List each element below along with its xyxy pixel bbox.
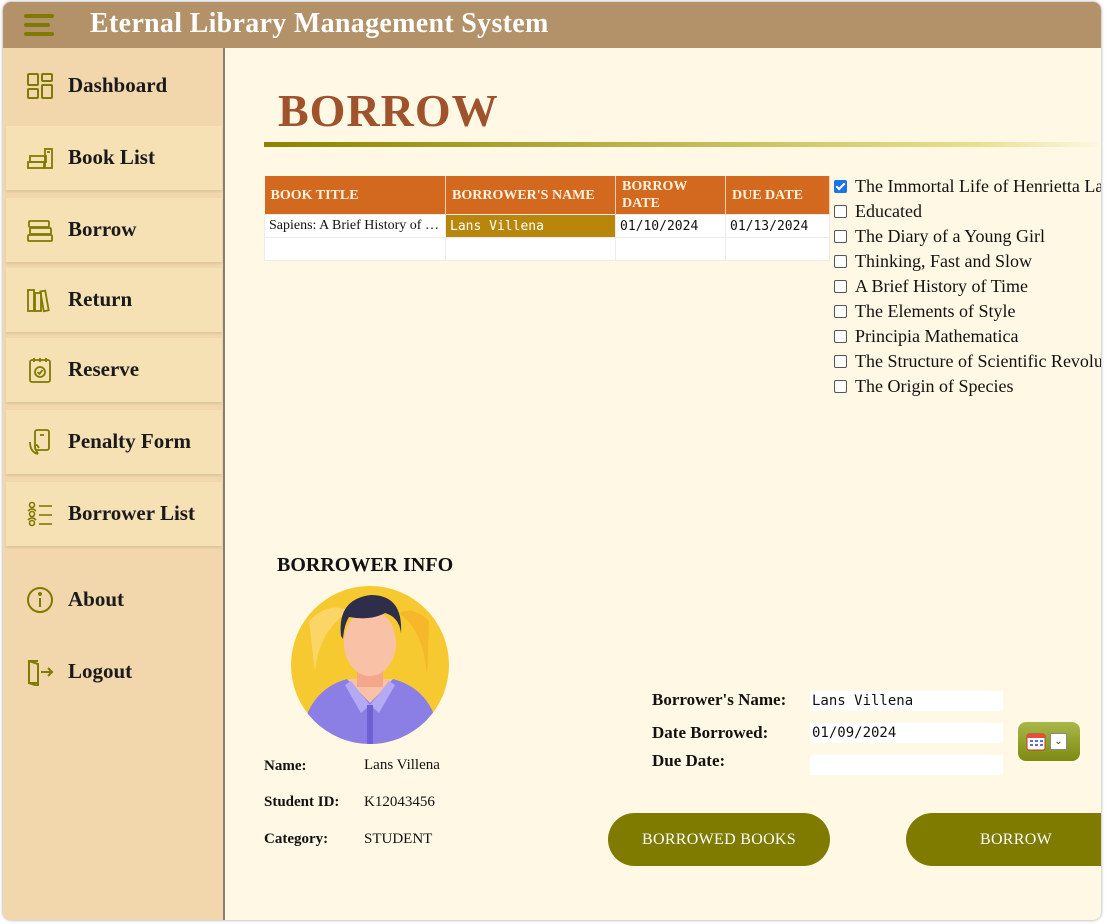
sidebar-item-return[interactable]: Return — [6, 268, 222, 332]
column-header[interactable]: BORROWER'S NAME — [445, 176, 616, 215]
table-row[interactable] — [264, 237, 830, 261]
title-divider — [264, 142, 1101, 147]
borrower-info-heading: BORROWER INFO — [277, 554, 454, 576]
book-option[interactable]: Principia Mathematica — [834, 324, 1101, 349]
sidebar: Dashboard Book List Borrow Return Reserv… — [3, 48, 225, 920]
books-stack-icon — [27, 148, 53, 169]
book-option[interactable]: A Brief History of Time — [834, 274, 1101, 299]
sidebar-item-label: Borrow — [68, 217, 137, 241]
user-list-icon — [27, 501, 52, 527]
book-option[interactable]: Thinking, Fast and Slow — [834, 249, 1101, 274]
book-option-label: The Structure of Scientific Revolutions — [855, 351, 1101, 371]
app-window: Eternal Library Management System Dashbo… — [3, 2, 1101, 920]
main-content: BORROW BOOK TITLE BORROWER'S NAME BORROW… — [225, 48, 1101, 920]
sidebar-item-label: Logout — [68, 659, 133, 683]
book-option-label: The Elements of Style — [855, 301, 1016, 321]
logout-icon — [28, 660, 54, 686]
sidebar-item-label: About — [68, 587, 125, 611]
book-option-label: Educated — [855, 201, 922, 221]
table-cell[interactable] — [445, 237, 616, 261]
sidebar-item-label: Reserve — [68, 357, 140, 381]
checkbox[interactable] — [834, 255, 847, 268]
book-option[interactable]: Educated — [834, 199, 1101, 224]
checkbox[interactable] — [834, 305, 847, 318]
column-header[interactable]: DUE DATE — [725, 176, 830, 215]
table-cell[interactable]: Lans Villena — [445, 214, 616, 238]
table-cell[interactable]: Sapiens: A Brief History of Humankind — [264, 214, 446, 238]
checkbox[interactable] — [834, 380, 847, 393]
borrower-name-label: Borrower's Name: — [652, 690, 787, 709]
info-icon — [27, 587, 53, 613]
table-header-row: BOOK TITLE BORROWER'S NAME BORROW DATE D… — [264, 176, 830, 215]
book-option[interactable]: The Structure of Scientific Revolutions — [834, 349, 1101, 374]
hand-phone-icon — [29, 429, 50, 455]
table-cell[interactable] — [264, 237, 446, 261]
chevron-down-icon[interactable]: ⌄ — [1050, 733, 1067, 750]
table-cell[interactable] — [725, 237, 830, 261]
menu-icon[interactable] — [24, 14, 56, 40]
checkbox[interactable] — [834, 180, 847, 193]
sidebar-item-label: Book List — [68, 145, 155, 169]
due-date-field[interactable] — [810, 755, 1003, 775]
checkbox[interactable] — [834, 330, 847, 343]
date-borrowed-field[interactable]: 01/09/2024 — [810, 723, 1003, 743]
page-title: BORROW — [278, 85, 499, 136]
sidebar-item-label: Dashboard — [68, 73, 168, 97]
sidebar-item-dashboard[interactable]: Dashboard — [6, 54, 222, 118]
book-option-label: The Immortal Life of Henrietta Lacks — [855, 176, 1101, 196]
book-option-label: The Diary of a Young Girl — [855, 226, 1045, 246]
sidebar-item-label: Borrower List — [68, 501, 195, 525]
checkbox[interactable] — [834, 355, 847, 368]
book-option-label: A Brief History of Time — [855, 276, 1029, 296]
book-option-label: Thinking, Fast and Slow — [855, 251, 1033, 271]
checkbox[interactable] — [834, 205, 847, 218]
column-header[interactable]: BORROW DATE — [615, 176, 726, 215]
date-borrowed-label: Date Borrowed: — [652, 723, 769, 742]
sidebar-item-penalty-form[interactable]: Penalty Form — [6, 410, 222, 474]
sidebar-item-reserve[interactable]: Reserve — [6, 338, 222, 402]
sidebar-item-borrower-list[interactable]: Borrower List — [6, 482, 222, 546]
dashboard-icon — [27, 73, 53, 99]
checkbox[interactable] — [834, 280, 847, 293]
student-id-value: K12043456 — [364, 794, 435, 810]
student-id-label: Student ID: — [264, 794, 340, 810]
book-option-label: The Origin of Species — [855, 376, 1014, 396]
borrower-name-field[interactable]: Lans Villena — [810, 691, 1003, 711]
title-bar: Eternal Library Management System — [3, 2, 1101, 48]
due-date-label: Due Date: — [652, 751, 726, 770]
category-value: STUDENT — [364, 831, 433, 847]
column-header[interactable]: BOOK TITLE — [264, 176, 446, 215]
table-cell[interactable]: 01/13/2024 — [725, 214, 830, 238]
book-option[interactable]: The Diary of a Young Girl — [834, 224, 1101, 249]
borrowed-books-button[interactable]: BORROWED BOOKS — [608, 813, 830, 866]
borrow-button[interactable]: BORROW — [906, 813, 1101, 866]
name-value: Lans Villena — [364, 757, 440, 773]
sidebar-item-book-list[interactable]: Book List — [6, 126, 222, 190]
book-option[interactable]: The Elements of Style — [834, 299, 1101, 324]
date-picker-button[interactable]: ⌄ — [1018, 722, 1080, 761]
borrow-table[interactable]: BOOK TITLE BORROWER'S NAME BORROW DATE D… — [264, 176, 830, 261]
table-cell[interactable] — [615, 237, 726, 261]
table-cell[interactable]: 01/10/2024 — [615, 214, 726, 238]
sidebar-item-label: Return — [68, 287, 133, 311]
sidebar-item-logout[interactable]: Logout — [6, 640, 222, 704]
sidebar-item-label: Penalty Form — [68, 429, 192, 453]
name-label: Name: — [264, 758, 307, 774]
bookshelf-icon — [27, 289, 50, 313]
app-title: Eternal Library Management System — [90, 8, 549, 39]
checkbox[interactable] — [834, 230, 847, 243]
sidebar-item-borrow[interactable]: Borrow — [6, 198, 222, 262]
book-stack-icon — [27, 220, 53, 242]
sidebar-item-about[interactable]: About — [6, 568, 222, 632]
book-checklist: The Immortal Life of Henrietta Lacks Edu… — [834, 174, 1101, 399]
book-option[interactable]: The Origin of Species — [834, 374, 1101, 399]
book-option-label: Principia Mathematica — [855, 326, 1019, 346]
user-avatar-icon — [291, 586, 449, 744]
table-row[interactable]: Sapiens: A Brief History of Humankind La… — [264, 214, 830, 238]
calendar-icon — [1026, 733, 1046, 751]
book-option[interactable]: The Immortal Life of Henrietta Lacks — [834, 174, 1101, 199]
category-label: Category: — [264, 831, 329, 847]
clipboard-check-icon — [29, 358, 51, 383]
